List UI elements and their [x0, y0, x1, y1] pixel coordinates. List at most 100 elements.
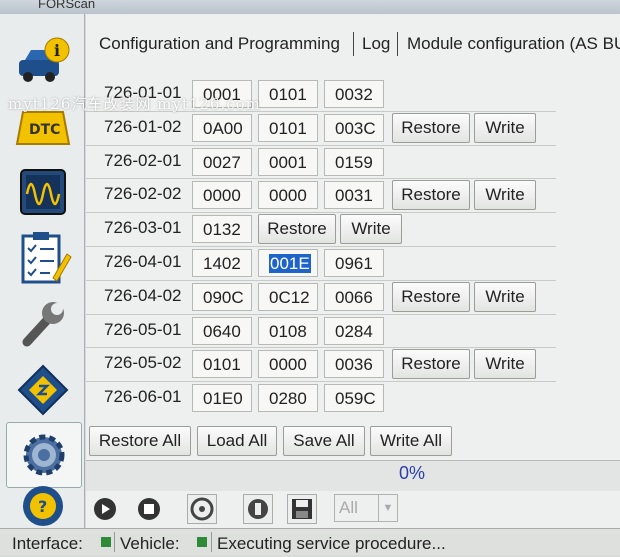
- play-icon: [94, 498, 116, 520]
- value-cell[interactable]: 001E: [258, 249, 318, 277]
- vehicle-label: Vehicle:: [120, 534, 180, 553]
- filter-dropdown-value: All: [339, 498, 358, 517]
- value-cell[interactable]: 0280: [258, 384, 318, 412]
- sidebar-item-service[interactable]: [6, 292, 80, 356]
- value-cell[interactable]: 1402: [192, 249, 252, 277]
- svg-text:DTC: DTC: [29, 122, 60, 138]
- checklist-icon: [21, 232, 72, 284]
- interface-label: Interface:: [12, 534, 83, 553]
- restore-all-button[interactable]: Restore All: [89, 426, 191, 456]
- filter-dropdown[interactable]: All ▼: [334, 494, 398, 522]
- value-cell[interactable]: 0000: [258, 181, 318, 209]
- value-cell[interactable]: 0101: [192, 350, 252, 378]
- value-cell[interactable]: 0031: [324, 181, 384, 209]
- value-cell[interactable]: 0032: [324, 80, 384, 108]
- svg-text:?: ?: [38, 497, 47, 516]
- stop-button[interactable]: [134, 494, 164, 524]
- row-id: 726-01-02: [104, 117, 182, 136]
- row-id: 726-03-01: [104, 218, 182, 237]
- write-button[interactable]: Write: [474, 349, 536, 379]
- restore-button[interactable]: Restore: [392, 349, 470, 379]
- status-separator: [211, 532, 212, 552]
- connect-icon: [190, 497, 214, 521]
- load-all-button[interactable]: Load All: [197, 426, 277, 456]
- value-cell[interactable]: 0027: [192, 148, 252, 176]
- value-cell[interactable]: 0101: [258, 114, 318, 142]
- vehicle-status-led: [197, 537, 207, 547]
- tab-separator: [353, 32, 354, 56]
- value-cell[interactable]: 059C: [324, 384, 384, 412]
- sidebar: i DTC ?: [0, 14, 85, 528]
- chip-icon: [17, 364, 69, 416]
- svg-text:i: i: [54, 41, 60, 60]
- restore-button[interactable]: Restore: [392, 282, 470, 312]
- save-icon: [292, 499, 312, 519]
- sidebar-item-programming[interactable]: [6, 358, 80, 422]
- save-button[interactable]: [287, 494, 317, 524]
- write-all-button[interactable]: Write All: [370, 426, 452, 456]
- row-divider: [86, 246, 556, 247]
- disconnect-icon: [248, 499, 268, 519]
- progress-text: 0%: [399, 463, 426, 483]
- write-button[interactable]: Write: [340, 214, 402, 244]
- progress-bar: 0%: [86, 460, 620, 491]
- play-button[interactable]: [90, 494, 120, 524]
- value-cell[interactable]: 0640: [192, 317, 252, 345]
- watermark: myt126汽车改装网 myt126.com: [8, 95, 261, 113]
- main-panel: Configuration and Programming Log Module…: [86, 14, 620, 528]
- status-message: Executing service procedure...: [217, 534, 446, 553]
- tab-bar: Configuration and Programming Log Module…: [86, 28, 620, 62]
- value-cell[interactable]: 0A00: [192, 114, 252, 142]
- row-divider: [86, 212, 556, 213]
- value-cell[interactable]: 0101: [258, 80, 318, 108]
- save-all-button[interactable]: Save All: [283, 426, 365, 456]
- row-id: 726-02-02: [104, 184, 182, 203]
- disconnect-button[interactable]: [243, 494, 273, 524]
- row-divider: [86, 381, 556, 382]
- help-icon: ?: [23, 486, 63, 526]
- write-button[interactable]: Write: [474, 180, 536, 210]
- row-divider: [86, 347, 556, 348]
- value-cell[interactable]: 0108: [258, 317, 318, 345]
- oscilloscope-icon: [20, 169, 66, 215]
- value-cell[interactable]: 0000: [258, 350, 318, 378]
- restore-button[interactable]: Restore: [258, 214, 336, 244]
- value-cell[interactable]: 0001: [258, 148, 318, 176]
- row-divider: [86, 280, 556, 281]
- sidebar-item-oscilloscope[interactable]: [6, 160, 80, 224]
- value-cell[interactable]: 0159: [324, 148, 384, 176]
- sidebar-item-vehicle-info[interactable]: i: [6, 28, 80, 92]
- restore-button[interactable]: Restore: [392, 113, 470, 143]
- window-title: FORScan: [38, 0, 96, 11]
- tab-module-configuration[interactable]: Module configuration (AS BU: [407, 34, 620, 54]
- tab-configuration-programming[interactable]: Configuration and Programming: [99, 34, 340, 54]
- value-cell[interactable]: 0284: [324, 317, 384, 345]
- row-id: 726-05-01: [104, 320, 182, 339]
- row-id: 726-06-01: [104, 387, 182, 406]
- value-cell[interactable]: 0036: [324, 350, 384, 378]
- row-id: 726-02-01: [104, 151, 182, 170]
- value-cell[interactable]: 0C12: [258, 283, 318, 311]
- value-cell[interactable]: 090C: [192, 283, 252, 311]
- row-divider: [86, 178, 556, 179]
- value-cell[interactable]: 0132: [192, 215, 252, 243]
- stop-icon: [138, 498, 160, 520]
- title-bar: FORScan: [0, 0, 620, 14]
- value-cell[interactable]: 0000: [192, 181, 252, 209]
- value-cell[interactable]: 0066: [324, 283, 384, 311]
- sidebar-item-checklist[interactable]: [6, 226, 80, 290]
- value-cell[interactable]: 0961: [324, 249, 384, 277]
- tab-log[interactable]: Log: [362, 34, 390, 54]
- interface-status-led: [101, 537, 111, 547]
- row-id: 726-05-02: [104, 353, 182, 372]
- selected-text: 001E: [269, 254, 311, 273]
- row-id: 726-04-01: [104, 252, 182, 271]
- connect-button[interactable]: [187, 494, 217, 524]
- row-id: 726-04-02: [104, 286, 182, 305]
- wrench-icon: [22, 302, 64, 347]
- value-cell[interactable]: 003C: [324, 114, 384, 142]
- restore-button[interactable]: Restore: [392, 180, 470, 210]
- write-button[interactable]: Write: [474, 113, 536, 143]
- write-button[interactable]: Write: [474, 282, 536, 312]
- value-cell[interactable]: 01E0: [192, 384, 252, 412]
